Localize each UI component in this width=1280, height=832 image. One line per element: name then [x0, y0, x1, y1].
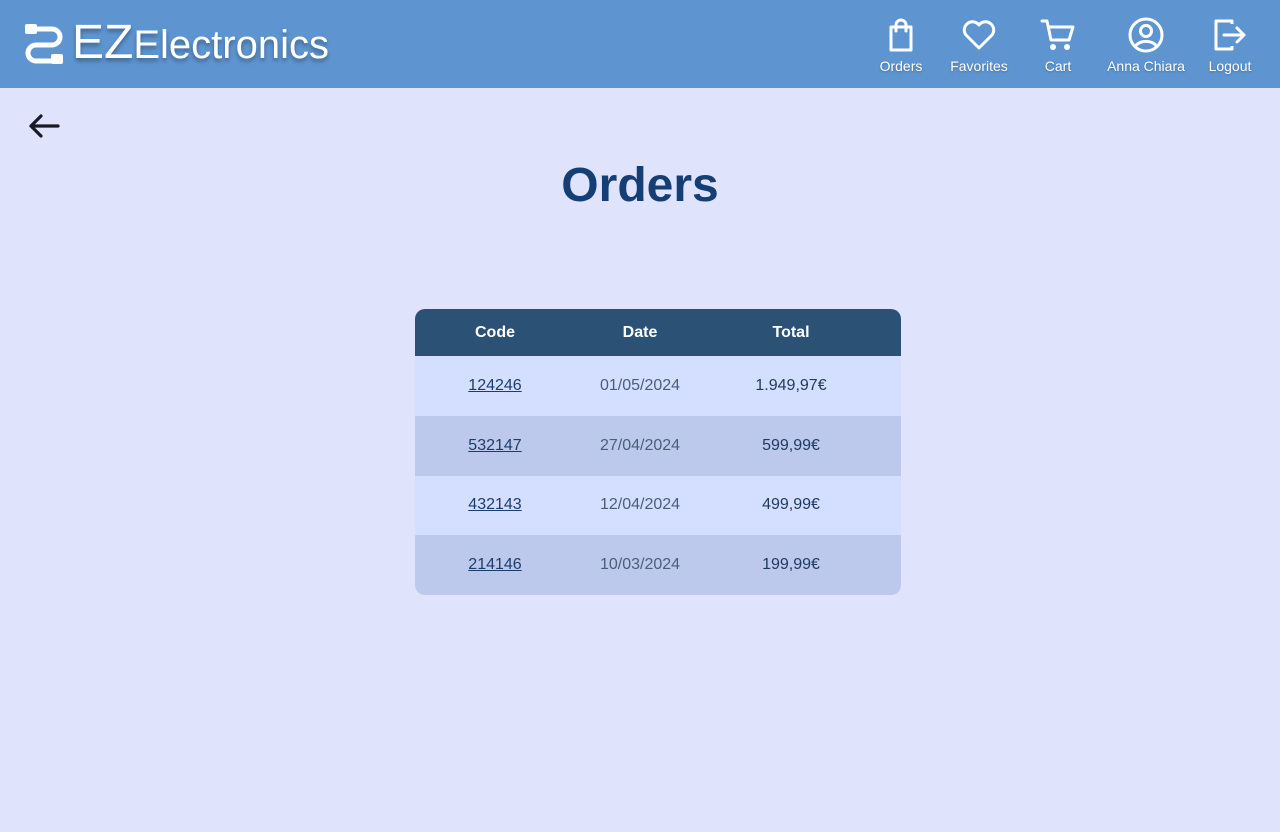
app-logo[interactable]: EZ Electronics [22, 15, 329, 69]
nav-logout-label: Logout [1208, 58, 1252, 74]
logo-text-electronics: Electronics [133, 22, 329, 67]
table-row: 124246 01/05/2024 1.949,97€ [415, 356, 901, 416]
cable-connector-icon [25, 24, 63, 64]
order-date: 12/04/2024 [599, 496, 681, 514]
row-spacer [877, 356, 901, 416]
row-spacer [877, 535, 901, 595]
row-spacer [877, 476, 901, 536]
logout-icon [1214, 19, 1246, 51]
nav-cart-label: Cart [1044, 58, 1072, 74]
page-title: Orders [561, 159, 719, 212]
order-total: 1.949,97€ [755, 376, 827, 394]
order-code-link[interactable]: 532147 [468, 437, 521, 454]
nav-favorites-label: Favorites [950, 58, 1008, 74]
table-header-row: Code Date Total [415, 309, 901, 356]
orders-table: Code Date Total 124246 01/05/2024 1.949,… [415, 309, 901, 595]
nav-cart[interactable]: Cart [1038, 16, 1078, 80]
column-header-code: Code [475, 323, 515, 341]
column-header-total: Total [772, 323, 810, 341]
nav-orders[interactable]: Orders [876, 16, 926, 80]
order-total: 599,99€ [762, 436, 820, 454]
shopping-cart-icon [1040, 19, 1075, 50]
row-spacer [877, 416, 901, 476]
order-total: 499,99€ [762, 496, 820, 514]
order-date: 10/03/2024 [599, 556, 681, 574]
nav-orders-label: Orders [879, 58, 923, 74]
order-code-link[interactable]: 214146 [468, 556, 521, 573]
logo-text-ez: EZ [72, 15, 134, 69]
table-row: 432143 12/04/2024 499,99€ [415, 475, 901, 536]
arrow-left-icon[interactable] [26, 110, 62, 142]
nav-user-label: Anna Chiara [1107, 58, 1185, 74]
heart-icon [962, 20, 996, 50]
top-header: EZ Electronics Orders Favorites Cart Ann… [0, 0, 1280, 88]
nav-user-profile[interactable]: Anna Chiara [1101, 16, 1191, 80]
nav-favorites[interactable]: Favorites [946, 16, 1012, 80]
order-date: 01/05/2024 [599, 376, 681, 394]
nav-logout[interactable]: Logout [1205, 16, 1255, 80]
order-code-link[interactable]: 432143 [468, 496, 521, 513]
table-row: 532147 27/04/2024 599,99€ [415, 415, 901, 476]
order-date: 27/04/2024 [599, 436, 681, 454]
order-total: 199,99€ [762, 556, 820, 574]
shopping-bag-icon [889, 18, 913, 52]
order-code-link[interactable]: 124246 [468, 377, 521, 394]
column-header-date: Date [622, 323, 658, 341]
column-header-spacer [877, 309, 901, 356]
user-circle-icon [1128, 17, 1164, 53]
table-row: 214146 10/03/2024 199,99€ [415, 535, 901, 595]
